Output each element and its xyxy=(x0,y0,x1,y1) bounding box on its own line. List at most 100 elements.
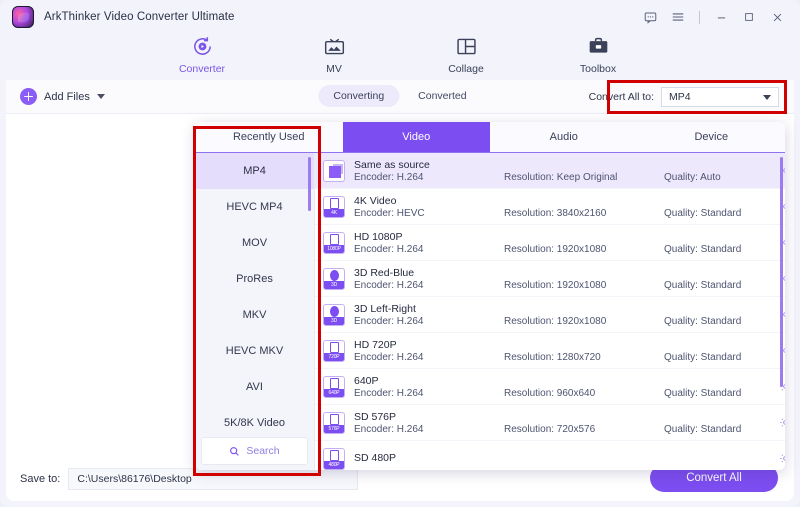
preset-quality: Quality: Auto xyxy=(664,171,721,183)
tab-audio[interactable]: Audio xyxy=(490,122,638,152)
preset-row-3d-left-right[interactable]: 3D 3D Left-Right Encoder: H.264 Resoluti… xyxy=(315,297,785,333)
format-dropdown-panel: Recently Used Video Audio Device MP4 HEV… xyxy=(195,122,785,470)
titlebar-divider xyxy=(699,10,700,24)
tab-recently-used[interactable]: Recently Used xyxy=(195,122,343,152)
add-files-label: Add Files xyxy=(44,90,90,103)
gear-icon[interactable] xyxy=(774,416,785,429)
preset-quality: Quality: Standard xyxy=(664,351,742,363)
preset-badge: 1080P xyxy=(324,244,344,253)
preset-badge: 3D xyxy=(324,280,344,289)
format-panel-body: MP4 HEVC MP4 MOV ProRes MKV HEVC MKV AVI… xyxy=(195,152,785,470)
preset-badge: 640P xyxy=(324,388,344,397)
preset-resolution: Resolution: 3840x2160 xyxy=(504,207,607,219)
collage-icon xyxy=(455,34,478,60)
tab-converted[interactable]: Converted xyxy=(403,85,481,107)
plus-icon xyxy=(20,88,37,105)
format-sidebar-list: MP4 HEVC MP4 MOV ProRes MKV HEVC MKV AVI… xyxy=(195,153,314,437)
tab-converting[interactable]: Converting xyxy=(318,85,400,107)
preset-title: 640P xyxy=(354,374,379,387)
preset-quality: Quality: Standard xyxy=(664,207,742,219)
preset-list-scrollbar[interactable] xyxy=(780,157,783,387)
preset-encoder: Encoder: H.264 xyxy=(354,279,424,291)
preset-encoder: Encoder: H.264 xyxy=(354,423,424,435)
preset-badge: 576P xyxy=(324,424,344,433)
save-to-value: C:\Users\86176\Desktop xyxy=(77,473,192,485)
preset-title: SD 480P xyxy=(354,452,397,464)
save-to-input[interactable]: C:\Users\86176\Desktop xyxy=(68,468,359,490)
nav-item-collage[interactable]: Collage xyxy=(429,34,503,75)
preset-encoder: Encoder: H.264 xyxy=(354,387,424,399)
add-files-button[interactable]: Add Files xyxy=(20,88,105,105)
app-window: ArkThinker Video Converter Ultimate Conv… xyxy=(0,0,800,507)
search-input[interactable]: Search xyxy=(201,437,308,465)
save-to-label: Save to: xyxy=(20,473,61,485)
preset-badge: 4K xyxy=(324,208,344,217)
preset-title: 4K Video xyxy=(354,194,397,207)
minimize-icon[interactable] xyxy=(708,6,734,28)
search-placeholder: Search xyxy=(246,445,280,457)
sidebar-item-5k-8k-video[interactable]: 5K/8K Video xyxy=(195,405,314,437)
preset-icon xyxy=(323,159,345,182)
nav-label-converter: Converter xyxy=(178,62,226,75)
preset-resolution: Resolution: Keep Original xyxy=(504,171,618,183)
preset-resolution: Resolution: 1280x720 xyxy=(504,351,601,363)
menu-icon[interactable] xyxy=(665,6,691,28)
preset-title: HD 1080P xyxy=(354,230,403,243)
app-title: ArkThinker Video Converter Ultimate xyxy=(44,11,235,23)
nav-label-toolbox: Toolbox xyxy=(579,62,617,75)
preset-quality: Quality: Standard xyxy=(664,423,742,435)
sidebar-item-hevc-mkv[interactable]: HEVC MKV xyxy=(195,333,314,369)
sidebar-item-mp4[interactable]: MP4 xyxy=(195,153,314,189)
preset-encoder: Encoder: H.264 xyxy=(354,351,424,363)
preset-icon: 3D xyxy=(323,267,345,290)
preset-icon: 640P xyxy=(323,375,345,398)
tab-device[interactable]: Device xyxy=(638,122,786,152)
preset-title: HD 720P xyxy=(354,338,397,351)
preset-quality: Quality: Standard xyxy=(664,387,742,399)
toolbox-icon xyxy=(587,34,610,60)
preset-row-sd-576p[interactable]: 576P SD 576P Encoder: H.264 Resolution: … xyxy=(315,405,785,441)
chevron-down-icon[interactable] xyxy=(96,94,105,99)
preset-row-sd-480p[interactable]: 480P SD 480P xyxy=(315,441,785,470)
convert-all-to-select[interactable]: MP4 xyxy=(661,87,779,107)
nav-item-mv[interactable]: MV xyxy=(297,34,371,75)
sidebar-item-prores[interactable]: ProRes xyxy=(195,261,314,297)
gear-icon[interactable] xyxy=(774,452,785,465)
preset-resolution: Resolution: 720x576 xyxy=(504,423,596,435)
sidebar-item-mkv[interactable]: MKV xyxy=(195,297,314,333)
maximize-icon[interactable] xyxy=(736,6,762,28)
app-logo-icon xyxy=(12,6,34,28)
preset-encoder: Encoder: HEVC xyxy=(354,207,425,219)
preset-row-3d-red-blue[interactable]: 3D 3D Red-Blue Encoder: H.264 Resolution… xyxy=(315,261,785,297)
sidebar-item-mov[interactable]: MOV xyxy=(195,225,314,261)
nav-item-toolbox[interactable]: Toolbox xyxy=(561,34,635,75)
nav-item-converter[interactable]: Converter xyxy=(165,34,239,75)
preset-quality: Quality: Standard xyxy=(664,243,742,255)
convert-all-to-label: Convert All to: xyxy=(588,91,654,103)
preset-row-hd-1080p[interactable]: 1080P HD 1080P Encoder: H.264 Resolution… xyxy=(315,225,785,261)
status-tabs: Converting Converted xyxy=(318,85,481,107)
sidebar-item-avi[interactable]: AVI xyxy=(195,369,314,405)
preset-row-640p[interactable]: 640P 640P Encoder: H.264 Resolution: 960… xyxy=(315,369,785,405)
window-controls xyxy=(637,6,800,28)
preset-quality: Quality: Standard xyxy=(664,279,742,291)
sidebar-item-hevc-mp4[interactable]: HEVC MP4 xyxy=(195,189,314,225)
preset-badge: 720P xyxy=(324,352,344,361)
preset-badge: 480P xyxy=(324,460,344,469)
sidebar-scrollbar[interactable] xyxy=(308,157,311,211)
preset-resolution: Resolution: 1920x1080 xyxy=(504,243,607,255)
preset-icon: 1080P xyxy=(323,231,345,254)
close-icon[interactable] xyxy=(764,6,790,28)
preset-title: 3D Left-Right xyxy=(354,302,416,315)
preset-icon: 720P xyxy=(323,339,345,362)
mv-icon xyxy=(323,34,346,60)
preset-row-hd-720p[interactable]: 720P HD 720P Encoder: H.264 Resolution: … xyxy=(315,333,785,369)
preset-row-4k-video[interactable]: 4K 4K Video Encoder: HEVC Resolution: 38… xyxy=(315,189,785,225)
preset-row-same-as-source[interactable]: Same as source Encoder: H.264 Resolution… xyxy=(315,153,785,189)
preset-icon: 480P xyxy=(323,447,345,470)
tab-video[interactable]: Video xyxy=(342,122,490,152)
feedback-icon[interactable] xyxy=(637,6,663,28)
search-icon xyxy=(230,446,240,456)
preset-encoder: Encoder: H.264 xyxy=(354,315,424,327)
chevron-down-icon xyxy=(763,94,771,100)
